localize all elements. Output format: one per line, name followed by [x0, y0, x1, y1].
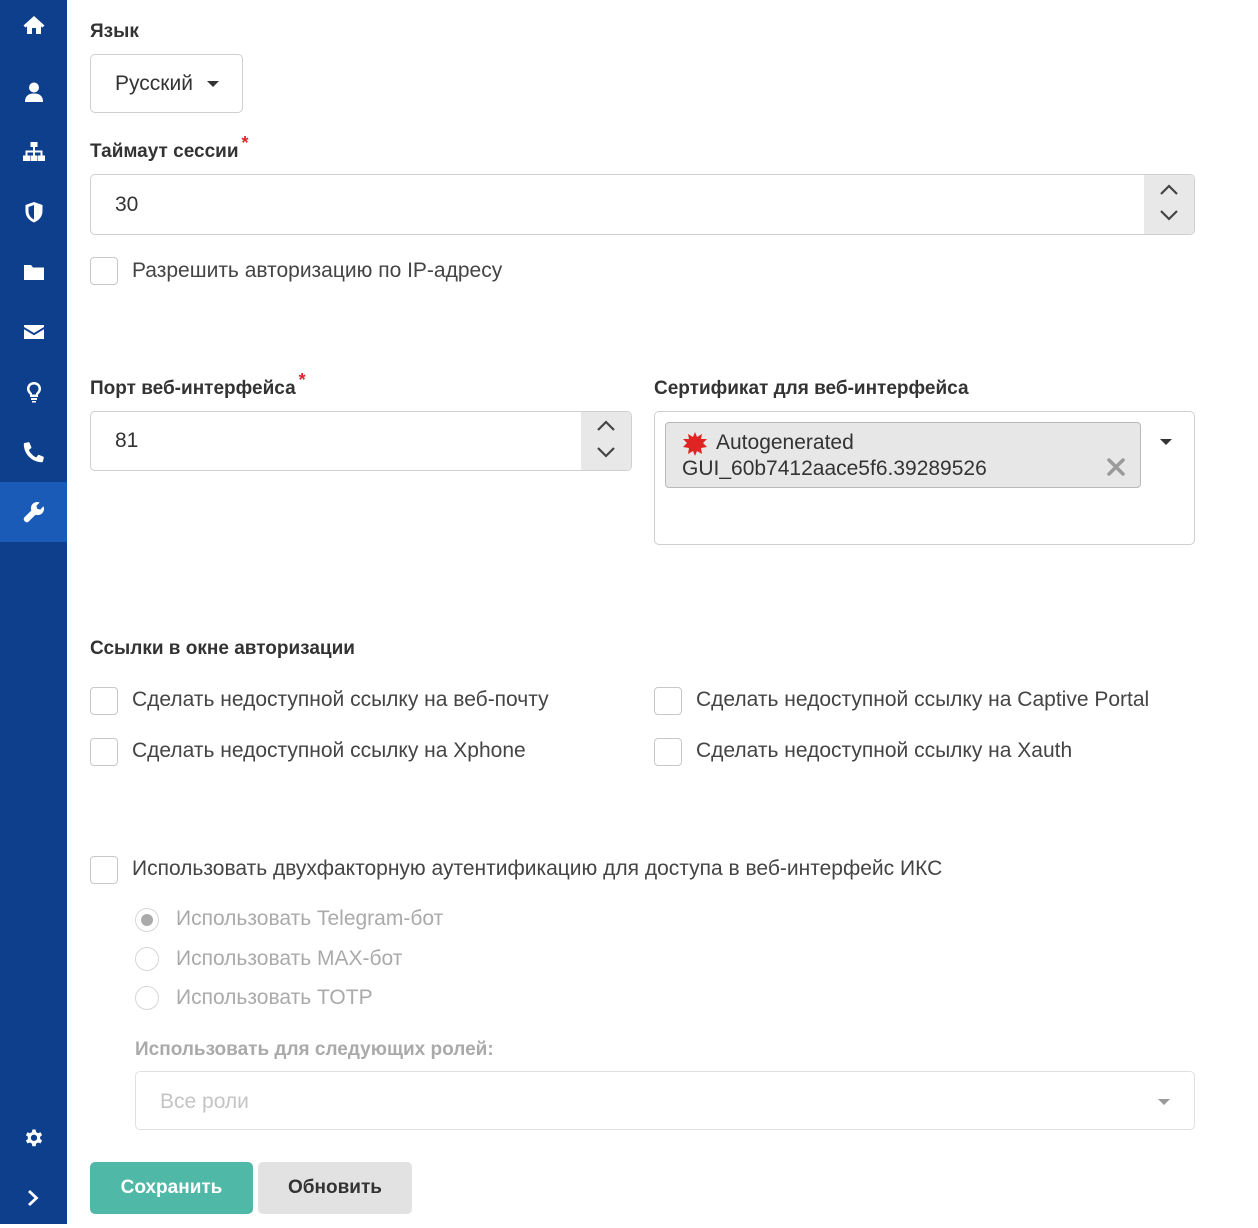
certificate-select[interactable]: Autogenerated GUI_60b7412aace5f6.3928952… — [654, 411, 1195, 545]
nav-telephony[interactable] — [0, 422, 67, 482]
totp-radio[interactable] — [135, 986, 159, 1010]
auth-links-title: Ссылки в окне авторизации — [90, 638, 355, 659]
disable-xauth-link-checkbox[interactable] — [654, 738, 682, 766]
caret-down-icon — [206, 80, 219, 87]
certificate-label: Сертификат для веб-интерфейса — [654, 378, 969, 399]
nav-preferences[interactable] — [0, 1108, 67, 1168]
nav-files[interactable] — [0, 242, 67, 302]
chevron-down-icon — [1160, 210, 1178, 221]
nav-home[interactable] — [0, 0, 67, 55]
phone-icon — [23, 442, 44, 463]
required-mark: * — [241, 133, 249, 153]
two-factor-checkbox[interactable] — [90, 856, 118, 884]
disable-xphone-link-checkbox[interactable] — [90, 738, 118, 766]
increment-button[interactable] — [1159, 183, 1179, 201]
certificate-name-line1: Autogenerated — [716, 431, 854, 454]
nav-expand[interactable] — [0, 1168, 67, 1228]
chevron-right-icon — [27, 1190, 38, 1206]
refresh-button[interactable]: Обновить — [258, 1162, 412, 1214]
nav-mail[interactable] — [0, 302, 67, 362]
required-mark: * — [298, 370, 306, 390]
sidebar — [0, 0, 67, 1224]
user-icon — [24, 82, 43, 102]
web-port-spinner — [581, 412, 631, 470]
nav-network[interactable] — [0, 122, 67, 182]
envelope-icon — [23, 325, 44, 339]
roles-select[interactable]: Все роли — [135, 1071, 1195, 1130]
remove-tag-icon[interactable] — [1106, 457, 1126, 477]
nav-ideas[interactable] — [0, 362, 67, 422]
home-icon — [23, 16, 44, 34]
session-timeout-spinner — [1144, 175, 1194, 234]
totp-label: Использовать TOTP — [176, 986, 373, 1009]
chevron-up-icon — [597, 420, 615, 432]
sitemap-icon — [22, 142, 45, 161]
language-label: Язык — [90, 21, 139, 42]
wrench-icon — [23, 501, 44, 523]
disable-webmail-link-label: Сделать недоступной ссылку на веб-почту — [132, 688, 549, 711]
max-bot-label: Использовать MAX-бот — [176, 947, 403, 970]
session-timeout-input[interactable] — [91, 175, 1157, 234]
telegram-bot-radio[interactable] — [135, 908, 159, 932]
roles-label: Использовать для следующих ролей: — [135, 1039, 494, 1060]
decrement-button[interactable] — [1159, 208, 1179, 226]
chevron-up-icon — [1160, 184, 1178, 195]
certificate-warning-icon — [683, 432, 707, 456]
nav-users[interactable] — [0, 62, 67, 122]
allow-ip-auth-checkbox[interactable] — [90, 257, 118, 285]
certificate-name-line2: GUI_60b7412aace5f6.39289526 — [682, 457, 987, 480]
disable-xauth-link-label: Сделать недоступной ссылку на Xauth — [696, 739, 1073, 762]
disable-webmail-link-checkbox[interactable] — [90, 687, 118, 715]
disable-captive-portal-link-label: Сделать недоступной ссылку на Captive Po… — [696, 688, 1150, 711]
disable-captive-portal-link-checkbox[interactable] — [654, 687, 682, 715]
web-port-field — [90, 411, 632, 471]
folder-icon — [23, 265, 44, 280]
language-value: Русский — [115, 71, 193, 95]
chevron-down-icon — [597, 446, 615, 458]
certificate-tag: Autogenerated GUI_60b7412aace5f6.3928952… — [665, 422, 1141, 488]
caret-down-icon[interactable] — [1160, 439, 1172, 445]
web-port-label: Порт веб-интерфейса * — [90, 370, 306, 399]
session-timeout-label: Таймаут сессии * — [90, 133, 249, 162]
session-timeout-field — [90, 174, 1195, 235]
increment-button[interactable] — [596, 419, 616, 437]
shield-icon — [25, 202, 42, 223]
web-port-input[interactable] — [91, 412, 597, 470]
gear-icon — [25, 1129, 42, 1147]
max-bot-radio[interactable] — [135, 947, 159, 971]
caret-down-icon — [1158, 1099, 1170, 1105]
decrement-button[interactable] — [596, 445, 616, 463]
language-select[interactable]: Русский — [90, 54, 243, 113]
lightbulb-icon — [26, 382, 41, 403]
nav-security[interactable] — [0, 182, 67, 242]
disable-xphone-link-label: Сделать недоступной ссылку на Xphone — [132, 739, 526, 762]
two-factor-label: Использовать двухфакторную аутентификаци… — [132, 857, 943, 880]
allow-ip-auth-label: Разрешить авторизацию по IP-адресу — [132, 259, 503, 282]
roles-placeholder: Все роли — [160, 1090, 249, 1113]
nav-settings-tools[interactable] — [0, 482, 67, 542]
save-button[interactable]: Сохранить — [90, 1162, 253, 1214]
telegram-bot-label: Использовать Telegram-бот — [176, 907, 444, 930]
